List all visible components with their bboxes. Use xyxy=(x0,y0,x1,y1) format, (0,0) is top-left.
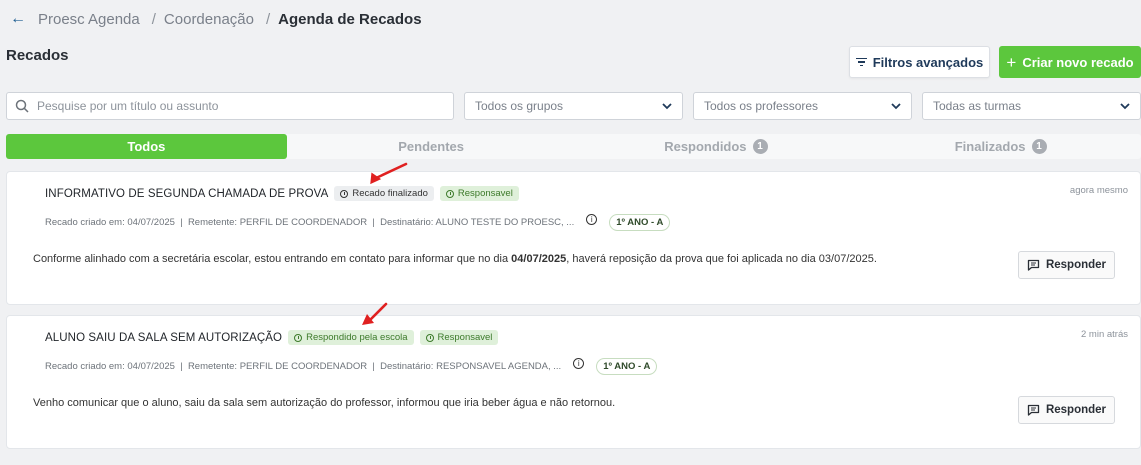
breadcrumb-current: Agenda de Recados xyxy=(278,10,422,28)
message-title: ALUNO SAIU DA SALA SEM AUTORIZAÇÃO xyxy=(45,331,283,344)
classes-select-value: Todas as turmas xyxy=(933,99,1022,113)
clock-icon xyxy=(340,189,349,198)
message-body: Conforme alinhado com a secretária escol… xyxy=(33,253,877,265)
breadcrumb-separator: / xyxy=(266,10,271,28)
role-badge: Responsavel xyxy=(419,330,499,345)
message-title-row: ALUNO SAIU DA SALA SEM AUTORIZAÇÃO Respo… xyxy=(45,330,499,345)
reply-button-label: Responder xyxy=(1045,259,1107,271)
clock-icon xyxy=(425,333,434,342)
status-badge: Respondido pela escola xyxy=(288,330,414,345)
search-box xyxy=(6,92,454,120)
groups-select[interactable]: Todos os grupos xyxy=(464,92,683,120)
message-body: Venho comunicar que o aluno, saiu da sal… xyxy=(33,397,615,409)
tab-todos[interactable]: Todos xyxy=(6,134,287,159)
message-body-text: , haverá reposição da prova que foi apli… xyxy=(566,253,877,265)
message-body-text: Conforme alinhado com a secretária escol… xyxy=(33,253,512,265)
chevron-down-icon xyxy=(1120,102,1130,109)
classes-select[interactable]: Todas as turmas xyxy=(922,92,1141,120)
tab-label: Todos xyxy=(127,139,166,154)
annotation-arrow-icon xyxy=(362,302,388,325)
role-badge-label: Responsavel xyxy=(457,188,513,199)
chevron-down-icon xyxy=(662,102,672,109)
search-icon xyxy=(15,99,29,113)
teachers-select[interactable]: Todos os professores xyxy=(693,92,912,120)
chat-icon xyxy=(1027,259,1040,271)
clock-icon xyxy=(445,189,454,198)
annotation-arrow-icon xyxy=(370,162,408,185)
reply-button-label: Responder xyxy=(1045,404,1107,416)
status-badge: Recado finalizado xyxy=(334,186,434,201)
message-meta-text: Recado criado em: 04/07/2025 | Remetente… xyxy=(45,217,575,228)
message-title-row: INFORMATIVO DE SEGUNDA CHAMADA DE PROVA … xyxy=(45,186,519,201)
breadcrumb: ← Proesc Agenda / Coordenação / Agenda d… xyxy=(10,9,422,29)
clock-icon xyxy=(294,333,303,342)
plus-icon: + xyxy=(1006,52,1017,72)
teachers-select-value: Todos os professores xyxy=(704,99,819,113)
message-card[interactable]: INFORMATIVO DE SEGUNDA CHAMADA DE PROVA … xyxy=(6,171,1141,305)
status-badge-label: Respondido pela escola xyxy=(306,332,408,343)
tab-label: Respondidos xyxy=(664,139,747,154)
breadcrumb-item-coordenacao[interactable]: Coordenação xyxy=(164,11,254,28)
message-meta: Recado criado em: 04/07/2025 | Remetente… xyxy=(45,358,658,375)
tab-pendentes[interactable]: Pendentes xyxy=(291,134,572,159)
info-icon[interactable]: i xyxy=(573,358,585,369)
role-badge: Responsavel xyxy=(439,186,519,201)
message-time: 2 min atrás xyxy=(1081,329,1128,340)
message-meta-text: Recado criado em: 04/07/2025 | Remetente… xyxy=(45,361,562,372)
message-time: agora mesmo xyxy=(1069,185,1128,196)
tab-count-badge: 1 xyxy=(752,139,768,154)
message-body-date: 04/07/2025 xyxy=(511,253,567,265)
tab-count-badge: 1 xyxy=(1031,139,1047,154)
tab-finalizados[interactable]: Finalizados 1 xyxy=(860,134,1141,159)
create-message-button[interactable]: + Criar novo recado xyxy=(999,46,1141,78)
message-title: INFORMATIVO DE SEGUNDA CHAMADA DE PROVA xyxy=(45,187,329,200)
back-arrow-icon[interactable]: ← xyxy=(10,11,26,27)
status-badge-label: Recado finalizado xyxy=(352,188,428,199)
create-message-label: Criar novo recado xyxy=(1022,54,1134,70)
chevron-down-icon xyxy=(891,102,901,109)
role-badge-label: Responsavel xyxy=(437,332,493,343)
advanced-filters-button[interactable]: Filtros avançados xyxy=(849,46,990,78)
message-card[interactable]: ALUNO SAIU DA SALA SEM AUTORIZAÇÃO Respo… xyxy=(6,315,1141,449)
search-input[interactable] xyxy=(37,99,437,113)
breadcrumb-separator: / xyxy=(151,10,156,28)
class-badge: 1º ANO - A xyxy=(596,358,658,375)
tab-label: Finalizados xyxy=(954,139,1026,154)
filter-icon xyxy=(855,57,867,67)
message-body-text: Venho comunicar que o aluno, saiu da sal… xyxy=(33,397,616,409)
chat-icon xyxy=(1027,404,1040,416)
breadcrumb-item-proesc-agenda[interactable]: Proesc Agenda xyxy=(38,11,140,28)
tab-label: Pendentes xyxy=(398,139,464,154)
groups-select-value: Todos os grupos xyxy=(475,99,564,113)
reply-button[interactable]: Responder xyxy=(1018,396,1115,424)
advanced-filters-label: Filtros avançados xyxy=(872,54,984,70)
page-title: Recados xyxy=(6,47,69,64)
reply-button[interactable]: Responder xyxy=(1018,251,1115,279)
class-badge: 1º ANO - A xyxy=(609,214,671,231)
status-tabs: Todos Pendentes Respondidos 1 Finalizado… xyxy=(6,134,1141,159)
tab-respondidos[interactable]: Respondidos 1 xyxy=(576,134,857,159)
info-icon[interactable]: i xyxy=(586,214,598,225)
message-meta: Recado criado em: 04/07/2025 | Remetente… xyxy=(45,214,671,231)
